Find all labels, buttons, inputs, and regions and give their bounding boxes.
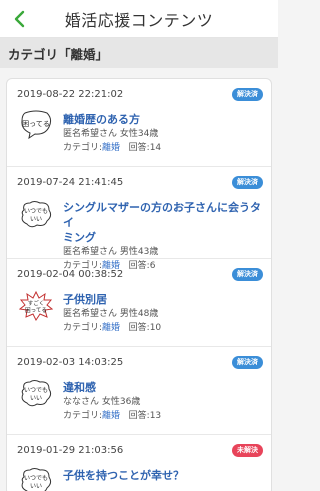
answer-count: 13 xyxy=(149,411,162,421)
anytime-cloud-bubble-icon: いつでも いい xyxy=(19,467,53,491)
post-meta: カテゴリ:離婚 回答:14 xyxy=(63,143,162,153)
worried-speech-bubble-icon: 困ってる xyxy=(19,109,53,140)
post-date: 2019-08-22 22:21:02 xyxy=(17,89,124,100)
post-meta: カテゴリ:離婚 回答:13 xyxy=(63,411,162,421)
svg-text:いい: いい xyxy=(30,395,42,402)
post-title[interactable]: 離婚歴のある方 xyxy=(63,112,263,127)
status-badge: 解決済 xyxy=(232,268,263,281)
post-date: 2019-02-04 00:38:52 xyxy=(17,269,124,280)
svg-text:いつでも: いつでも xyxy=(24,475,48,482)
chevron-left-icon xyxy=(14,10,25,28)
post-card[interactable]: 2019-02-04 00:38:52 解決済 すごく 困ってる 子供別居 匿名… xyxy=(7,259,271,347)
svg-text:すごく: すごく xyxy=(28,299,45,307)
anytime-cloud-bubble-icon: いつでも いい xyxy=(19,379,53,409)
svg-text:いい: いい xyxy=(30,216,42,223)
post-title[interactable]: 違和感 xyxy=(63,380,263,395)
post-date: 2019-01-29 21:03:56 xyxy=(17,445,124,456)
answer-count: 10 xyxy=(149,323,162,333)
back-button[interactable] xyxy=(9,8,29,30)
svg-text:困ってる: 困ってる xyxy=(22,120,50,128)
post-title[interactable]: シングルマザーの方のお子さんに会うタイ ミング xyxy=(63,200,263,245)
category-heading: カテゴリ「離婚」 xyxy=(0,38,278,68)
page-title: 婚活応援コンテンツ xyxy=(64,10,214,30)
post-author: 匿名希望さん 女性34歳 xyxy=(63,129,159,139)
very-troubled-burst-icon: すごく 困ってる xyxy=(18,290,54,321)
post-date: 2019-02-03 14:03:25 xyxy=(17,357,124,368)
status-badge: 解決済 xyxy=(232,88,263,101)
post-author: ななさん 女性36歳 xyxy=(63,397,141,407)
post-card[interactable]: 2019-08-22 22:21:02 解決済 困ってる 離婚歴のある方 匿名希… xyxy=(7,79,271,167)
post-card[interactable]: 2019-02-03 14:03:25 解決済 いつでも いい 違和感 ななさん… xyxy=(7,347,271,435)
svg-text:いい: いい xyxy=(30,483,42,490)
status-badge: 解決済 xyxy=(232,356,263,369)
svg-text:いつでも: いつでも xyxy=(24,387,48,394)
svg-text:困ってる: 困ってる xyxy=(25,307,47,314)
svg-text:いつでも: いつでも xyxy=(24,208,48,215)
post-card[interactable]: 2019-01-29 21:03:56 未解決 いつでも いい 子供を持つことが… xyxy=(7,435,271,491)
answer-count: 14 xyxy=(149,143,162,153)
app-header: 婚活応援コンテンツ xyxy=(0,0,278,38)
post-card[interactable]: 2019-07-24 21:41:45 解決済 いつでも いい シングルマザーの… xyxy=(7,167,271,271)
post-author: 匿名希望さん 男性43歳 xyxy=(63,247,159,257)
post-date: 2019-07-24 21:41:45 xyxy=(17,177,124,188)
post-list: 2019-08-22 22:21:02 解決済 困ってる 離婚歴のある方 匿名希… xyxy=(6,78,272,491)
status-badge: 未解決 xyxy=(232,444,263,457)
post-title[interactable]: 子供を持つことが幸せ？ xyxy=(63,468,263,483)
post-meta: カテゴリ:離婚 回答:10 xyxy=(63,323,162,333)
category-link[interactable]: 離婚 xyxy=(102,411,120,421)
post-author: 匿名希望さん 男性48歳 xyxy=(63,309,159,319)
category-link[interactable]: 離婚 xyxy=(102,323,120,333)
post-title[interactable]: 子供別居 xyxy=(63,292,263,307)
category-link[interactable]: 離婚 xyxy=(102,143,120,153)
status-badge: 解決済 xyxy=(232,176,263,189)
anytime-cloud-bubble-icon: いつでも いい xyxy=(19,200,53,230)
